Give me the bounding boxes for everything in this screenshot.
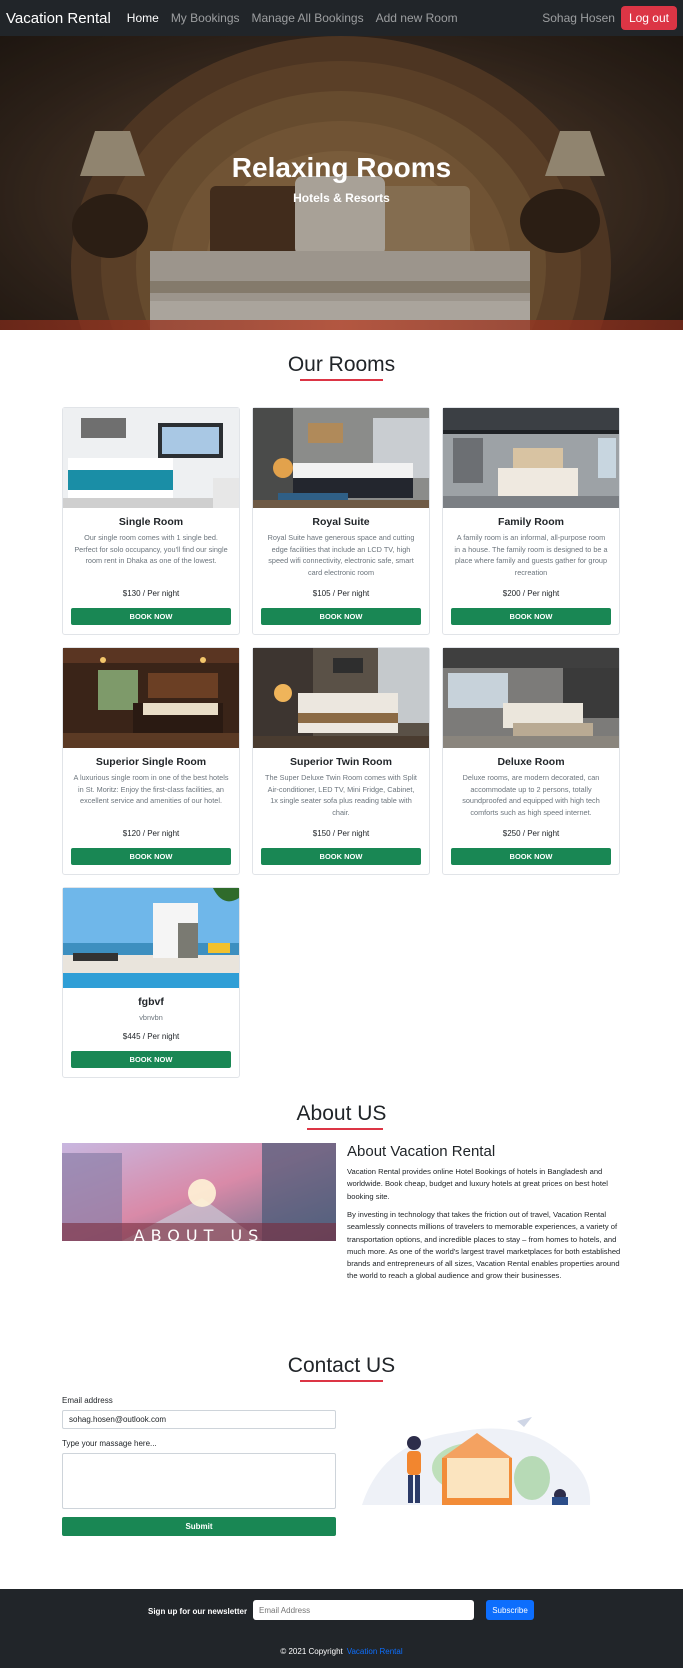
room-price: $445 / Per night	[122, 1032, 180, 1041]
copyright-text: © 2021 Copyright	[280, 1647, 343, 1656]
book-now-button[interactable]: BOOK NOW	[71, 1051, 231, 1068]
book-now-button[interactable]: BOOK NOW	[71, 848, 231, 865]
room-price: $105 / Per night	[312, 589, 370, 598]
copyright: © 2021 Copyright Vacation Rental	[0, 1647, 683, 1656]
contact-illustration	[362, 1417, 591, 1505]
room-image	[63, 888, 239, 988]
room-card: fgbvf vbnvbn $445 / Per night BOOK NOW	[62, 887, 240, 1078]
hero-subtitle: Hotels & Resorts	[293, 191, 390, 205]
email-field[interactable]	[62, 1410, 336, 1429]
rooms-section-title: Our Rooms	[287, 353, 396, 376]
about-paragraph-1: Vacation Rental provides online Hotel Bo…	[347, 1167, 608, 1201]
hero-floor-strip	[0, 320, 683, 330]
about-section-title: About US	[296, 1102, 387, 1125]
room-description: A family room is an informal, all-purpos…	[454, 533, 608, 577]
room-card: Family Room A family room is an informal…	[442, 407, 620, 635]
about-paragraph-2: By investing in technology that takes th…	[347, 1210, 621, 1281]
room-price: $130 / Per night	[122, 589, 180, 598]
room-name: Family Room	[498, 516, 564, 528]
book-now-button[interactable]: BOOK NOW	[71, 608, 231, 625]
about-heading: About Vacation Rental	[347, 1143, 496, 1160]
nav-manage-all-bookings[interactable]: Manage All Bookings	[252, 11, 364, 25]
contact-title-underline	[300, 1380, 383, 1382]
room-description: The Super Deluxe Twin Room comes with Sp…	[265, 773, 417, 817]
message-label: Type your massage here...	[62, 1439, 157, 1448]
nav-add-new-room[interactable]: Add new Room	[376, 11, 458, 25]
room-image	[443, 408, 619, 508]
room-card: Superior Single Room A luxurious single …	[62, 647, 240, 875]
book-now-button[interactable]: BOOK NOW	[451, 848, 611, 865]
room-image	[443, 648, 619, 748]
room-image	[253, 648, 429, 748]
hero-title: Relaxing Rooms	[231, 152, 452, 183]
nav-my-bookings[interactable]: My Bookings	[171, 11, 240, 25]
room-price: $150 / Per night	[312, 829, 370, 838]
newsletter-email-input[interactable]	[253, 1600, 474, 1620]
copyright-link[interactable]: Vacation Rental	[347, 1647, 403, 1656]
room-name: Royal Suite	[312, 516, 370, 528]
room-image	[63, 648, 239, 748]
message-textarea[interactable]	[62, 1453, 336, 1509]
room-price: $200 / Per night	[502, 589, 560, 598]
about-title-underline	[307, 1128, 383, 1130]
room-card: Single Room Our single room comes with 1…	[62, 407, 240, 635]
room-price: $120 / Per night	[122, 829, 180, 838]
room-name: Single Room	[118, 516, 184, 528]
book-now-button[interactable]: BOOK NOW	[451, 608, 611, 625]
room-card: Royal Suite Royal Suite have generous sp…	[252, 407, 430, 635]
room-name: fgbvf	[138, 996, 164, 1008]
room-description: Royal Suite have generous space and cutt…	[267, 533, 415, 577]
subscribe-button[interactable]: Subscribe	[486, 1600, 534, 1620]
room-name: Superior Twin Room	[290, 756, 392, 768]
hero-banner: Relaxing Rooms Hotels & Resorts	[0, 36, 683, 330]
newsletter-label: Sign up for our newsletter	[148, 1607, 248, 1616]
nav-home[interactable]: Home	[127, 11, 159, 25]
room-name: Deluxe Room	[497, 756, 565, 768]
room-image	[63, 408, 239, 508]
book-now-button[interactable]: BOOK NOW	[261, 848, 421, 865]
brand-logo[interactable]: Vacation Rental	[6, 10, 111, 27]
rooms-title-underline	[300, 379, 383, 381]
footer: Sign up for our newsletter Subscribe © 2…	[0, 1589, 683, 1668]
logout-button[interactable]: Log out	[620, 6, 677, 30]
room-description: Our single room comes with 1 single bed.…	[74, 533, 228, 565]
room-price: $250 / Per night	[502, 829, 560, 838]
user-name: Sohag Hosen	[542, 11, 615, 25]
room-description: A luxurious single room in one of the be…	[73, 773, 229, 805]
room-description: Deluxe rooms, are modern decorated, can …	[462, 773, 600, 817]
book-now-button[interactable]: BOOK NOW	[261, 608, 421, 625]
room-description: vbnvbn	[139, 1013, 163, 1022]
submit-button[interactable]: Submit	[62, 1517, 336, 1536]
about-image-caption: ABOUT US	[134, 1226, 265, 1241]
room-image	[253, 408, 429, 508]
nav-user-area: Sohag Hosen Log out	[542, 6, 677, 30]
room-card: Superior Twin Room The Super Deluxe Twin…	[252, 647, 430, 875]
contact-section-title: Contact US	[287, 1354, 396, 1377]
about-image: ABOUT US	[62, 1143, 336, 1241]
room-card: Deluxe Room Deluxe rooms, are modern dec…	[442, 647, 620, 875]
navbar: Vacation Rental Home My Bookings Manage …	[0, 0, 683, 36]
email-label: Email address	[62, 1396, 113, 1405]
room-name: Superior Single Room	[95, 756, 207, 768]
